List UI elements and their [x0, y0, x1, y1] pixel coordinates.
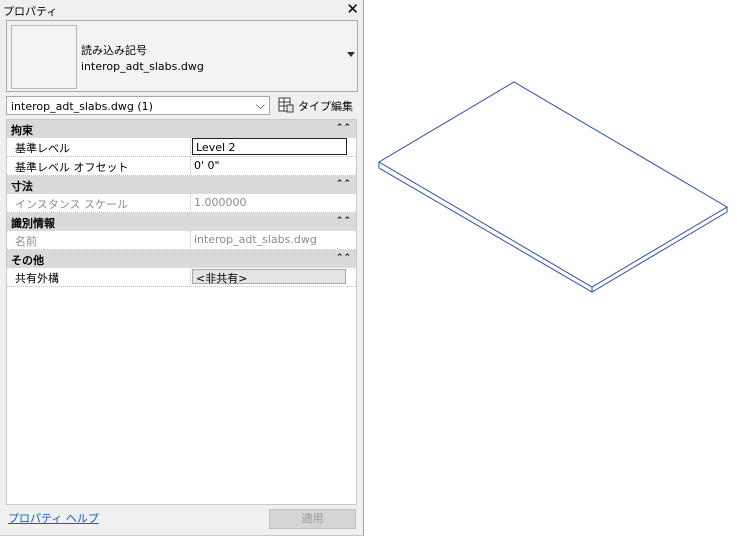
property-grid: 拘束 ⌃⌃ 基準レベル Level 2 基準レベル オフセット 0' 0" 寸法… [6, 119, 357, 505]
properties-palette: プロパティ ✕ 読み込み記号 interop_adt_slabs.dwg int… [0, 0, 364, 536]
param-row: 共有外構 <非共有> [7, 268, 356, 287]
level-input[interactable]: Level 2 [192, 138, 347, 155]
edit-type-label: タイプ編集 [298, 100, 353, 113]
param-value-cell: 1.000000 [190, 194, 346, 211]
name-value: interop_adt_slabs.dwg [194, 233, 317, 246]
param-name: 共有外構 [15, 272, 59, 285]
chevron-down-icon[interactable]: ⌵ [256, 98, 265, 113]
param-row: 名前 interop_adt_slabs.dwg [7, 231, 356, 250]
dropdown-arrow-icon[interactable] [347, 52, 355, 57]
param-name: インスタンス スケール [15, 198, 129, 211]
drawing-view[interactable] [364, 0, 737, 537]
param-row: 基準レベル Level 2 [7, 138, 356, 157]
slab-3d-view [378, 81, 728, 293]
param-value-cell[interactable]: 0' 0" [190, 157, 346, 174]
slab-outline[interactable] [378, 81, 728, 293]
edit-type-button[interactable]: タイプ編集 [277, 96, 357, 115]
param-value-cell[interactable]: Level 2 [190, 138, 347, 155]
close-icon[interactable]: ✕ [346, 0, 359, 18]
type-family-label: 読み込み記号 [81, 44, 147, 57]
collapse-icon[interactable]: ⌃⌃ [336, 179, 351, 189]
instance-filter-value: interop_adt_slabs.dwg (1) [11, 100, 153, 113]
edit-type-icon [278, 97, 294, 113]
apply-button[interactable]: 適用 [269, 509, 356, 529]
group-header-dimensions[interactable]: 寸法 ⌃⌃ [7, 176, 356, 194]
param-row: インスタンス スケール 1.000000 [7, 194, 356, 213]
param-value-cell[interactable]: <非共有> [190, 268, 346, 285]
scale-value: 1.000000 [194, 196, 247, 209]
collapse-icon[interactable]: ⌃⌃ [336, 216, 351, 226]
collapse-icon[interactable]: ⌃⌃ [336, 253, 351, 263]
param-name: 基準レベル [15, 142, 70, 155]
palette-titlebar[interactable]: プロパティ ✕ [0, 0, 363, 19]
param-value-cell: interop_adt_slabs.dwg [190, 231, 346, 248]
shared-site-value: <非共有> [196, 272, 248, 285]
group-header-constraints[interactable]: 拘束 ⌃⌃ [7, 120, 356, 138]
type-preview-image [11, 25, 77, 89]
properties-help-link[interactable]: プロパティ ヘルプ [8, 510, 99, 526]
group-label: 拘束 [11, 124, 33, 137]
level-input-value: Level 2 [196, 141, 236, 154]
type-name-label: interop_adt_slabs.dwg [81, 60, 204, 73]
group-header-identity[interactable]: 識別情報 ⌃⌃ [7, 213, 356, 231]
param-row: 基準レベル オフセット 0' 0" [7, 157, 356, 176]
param-name: 基準レベル オフセット [15, 161, 129, 174]
shared-site-button[interactable]: <非共有> [192, 269, 346, 285]
instance-filter-dropdown[interactable]: interop_adt_slabs.dwg (1) ⌵ [6, 96, 270, 115]
group-label: 寸法 [11, 180, 33, 193]
group-header-other[interactable]: その他 ⌃⌃ [7, 250, 356, 268]
group-label: その他 [11, 254, 44, 267]
param-name: 名前 [15, 235, 37, 248]
palette-title: プロパティ [3, 5, 58, 18]
type-selector[interactable]: 読み込み記号 interop_adt_slabs.dwg [6, 20, 358, 92]
group-label: 識別情報 [11, 217, 55, 230]
offset-value: 0' 0" [194, 159, 220, 172]
collapse-icon[interactable]: ⌃⌃ [336, 123, 351, 133]
